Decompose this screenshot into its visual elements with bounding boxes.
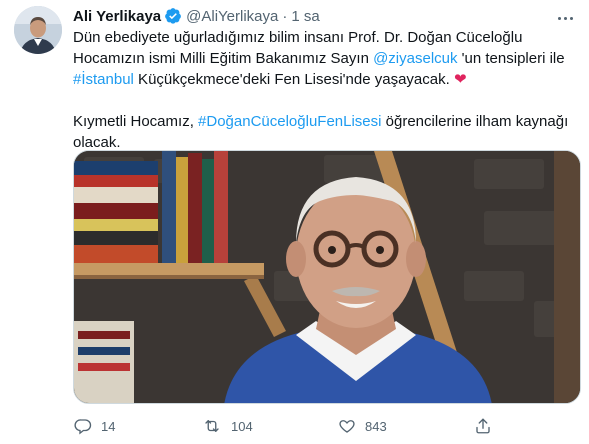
- share-icon: [476, 418, 490, 434]
- books-group: [74, 151, 228, 263]
- reply-button[interactable]: 14: [74, 414, 115, 438]
- verified-badge-icon: [164, 7, 182, 25]
- reply-count: 14: [101, 418, 116, 434]
- portrait-photo-image: [74, 151, 580, 403]
- display-name[interactable]: Ali Yerlikaya: [73, 8, 161, 25]
- text-segment: Kıymetli Hocamız,: [73, 113, 199, 130]
- avatar-image: [14, 6, 62, 54]
- retweet-count: 104: [231, 418, 253, 434]
- tweet-text: Dün ebediyete uğurladığımız bilim insanı…: [73, 27, 578, 153]
- share-button[interactable]: [474, 414, 492, 438]
- like-button[interactable]: 843: [338, 414, 387, 438]
- text-segment: 'un tensipleri ile: [457, 50, 565, 67]
- tweet-paragraph-2: Kıymetli Hocamız, #DoğanCüceloğluFenLise…: [73, 111, 578, 153]
- tweet-card[interactable]: Ali Yerlikaya @AliYerlikaya · 1 sa Dün e…: [0, 0, 589, 444]
- hashtag-link-istanbul[interactable]: #İstanbul: [73, 71, 134, 88]
- tweet-photo[interactable]: [73, 150, 581, 404]
- text-segment: Küçükçekmece'deki Fen Lisesi'nde yaşayac…: [133, 71, 454, 88]
- tweet-actions: 14 104 843: [70, 414, 510, 438]
- user-handle[interactable]: @AliYerlikaya: [186, 8, 278, 25]
- like-count: 843: [365, 418, 387, 434]
- retweet-button[interactable]: 104: [202, 414, 253, 438]
- retweet-icon: [205, 420, 219, 432]
- reply-icon: [74, 419, 92, 435]
- tweet-paragraph-1: Dün ebediyete uğurladığımız bilim insanı…: [73, 27, 578, 90]
- tweet-header: Ali Yerlikaya @AliYerlikaya · 1 sa: [73, 6, 320, 26]
- hashtag-link-fen-lisesi[interactable]: #DoğanCüceloğluFenLisesi: [198, 113, 381, 130]
- avatar[interactable]: [14, 6, 62, 54]
- more-options-icon[interactable]: [555, 8, 575, 28]
- timestamp[interactable]: 1 sa: [291, 8, 319, 25]
- separator-dot: ·: [282, 7, 288, 25]
- mention-link[interactable]: @ziyaselcuk: [373, 50, 457, 67]
- like-heart-icon: [339, 420, 355, 433]
- red-heart-emoji-icon: ❤: [453, 71, 467, 88]
